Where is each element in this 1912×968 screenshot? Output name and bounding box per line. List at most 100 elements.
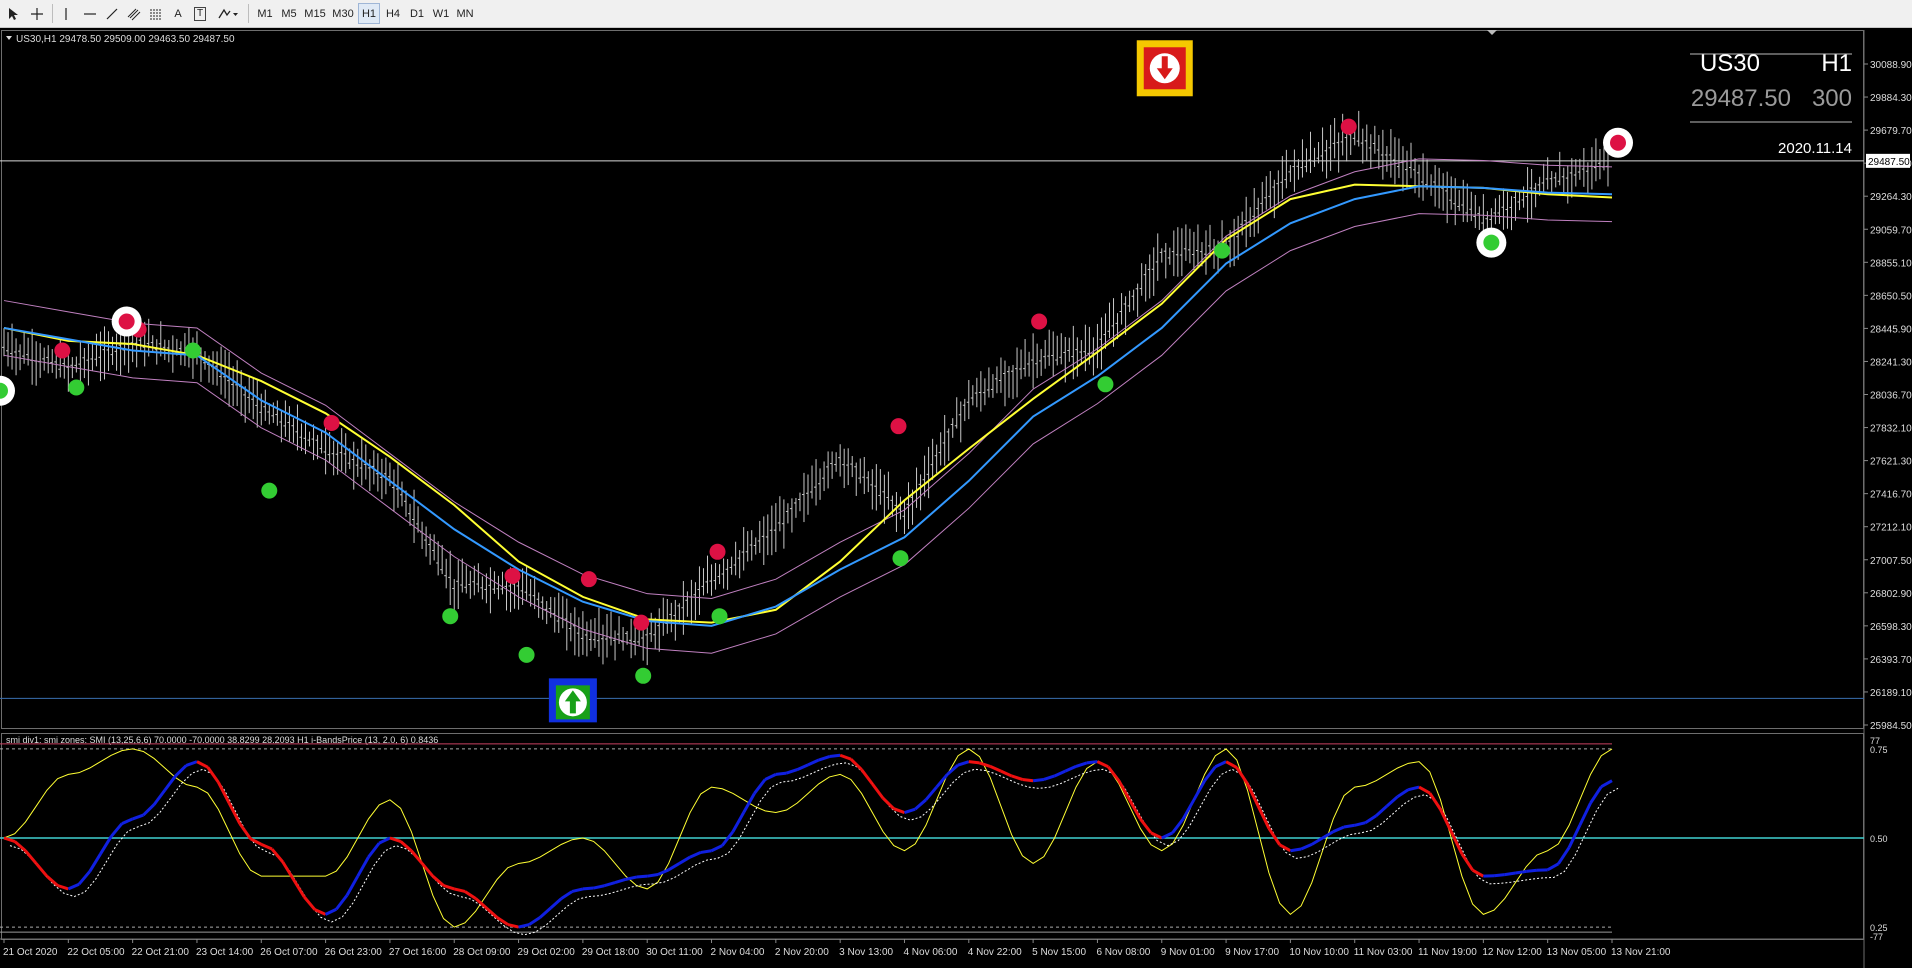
smi-rising-segment xyxy=(1343,823,1355,829)
buy-signal-dot xyxy=(1483,234,1500,251)
timeframe-d1-button[interactable]: D1 xyxy=(406,3,428,24)
vertical-line-icon[interactable] xyxy=(58,3,74,24)
buy-signal-dot xyxy=(261,482,278,499)
price-tick-label: 29679.70 xyxy=(1870,126,1912,137)
crosshair-icon[interactable] xyxy=(28,3,46,24)
buy-signal-dot xyxy=(184,342,201,359)
info-spread: 300 xyxy=(1812,85,1852,112)
trendline-icon[interactable] xyxy=(102,3,122,24)
time-tick-label: 2 Nov 04:00 xyxy=(711,947,765,958)
channel-icon[interactable] xyxy=(124,3,144,24)
chart-header: US30,H1 29478.50 29509.00 29463.50 29487… xyxy=(16,34,235,45)
smi-rising-segment xyxy=(1526,868,1538,873)
smi-rising-segment xyxy=(775,771,787,776)
buy-signal-dot xyxy=(892,550,909,567)
price-tick-label: 27212.10 xyxy=(1870,523,1912,534)
horizontal-line-icon[interactable] xyxy=(80,3,100,24)
time-tick-label: 29 Oct 02:00 xyxy=(518,947,576,958)
time-tick-label: 30 Oct 11:00 xyxy=(646,947,703,958)
timeframe-m30-button[interactable]: M30 xyxy=(330,3,356,24)
info-date: 2020.11.14 xyxy=(1778,140,1852,157)
time-tick-label: 6 Nov 08:00 xyxy=(1096,947,1150,958)
info-timeframe: H1 xyxy=(1821,50,1852,77)
smi-tick-label: 0.50 xyxy=(1870,834,1888,844)
price-tick-label: 29059.70 xyxy=(1870,225,1912,236)
price-tick-label: 28241.30 xyxy=(1870,357,1912,368)
time-tick-label: 5 Nov 15:00 xyxy=(1032,947,1086,958)
timeframe-h4-button[interactable]: H4 xyxy=(382,3,404,24)
smi-rising-segment xyxy=(700,849,712,854)
time-tick-label: 13 Nov 05:00 xyxy=(1547,947,1607,958)
timeframe-m5-button[interactable]: M5 xyxy=(278,3,300,24)
smi-tick-label: -77 xyxy=(1870,932,1883,942)
time-tick-label: 4 Nov 22:00 xyxy=(968,947,1022,958)
time-tick-label: 26 Oct 07:00 xyxy=(260,947,318,958)
smi-falling-segment xyxy=(1022,777,1034,783)
price-tick-label: 27007.50 xyxy=(1870,556,1912,567)
timeframe-h1-button[interactable]: H1 xyxy=(358,3,380,24)
timeframe-mn-button[interactable]: MN xyxy=(454,3,476,24)
smi-rising-segment xyxy=(646,872,659,878)
smi-rising-segment xyxy=(1290,847,1302,853)
price-tick-label: 28036.70 xyxy=(1870,391,1912,402)
price-tick-label: 26802.90 xyxy=(1870,589,1912,600)
time-tick-label: 29 Oct 18:00 xyxy=(582,947,640,958)
buy-signal-dot xyxy=(442,608,459,625)
price-tick-label: 27832.10 xyxy=(1870,424,1912,435)
sell-signal-dot xyxy=(1610,134,1626,151)
time-tick-label: 4 Nov 06:00 xyxy=(903,947,957,958)
price-tick-label: 26393.70 xyxy=(1870,655,1912,666)
price-tick-label: 26189.10 xyxy=(1870,688,1912,699)
smi-rising-segment xyxy=(1086,760,1098,765)
price-tick-label: 29264.30 xyxy=(1870,192,1912,203)
time-tick-label: 12 Nov 12:00 xyxy=(1482,947,1542,958)
price-tick-label: 26598.30 xyxy=(1870,622,1912,633)
price-tick-label: 27416.70 xyxy=(1870,490,1912,501)
sell-signal-dot xyxy=(1031,313,1048,330)
timeframe-w1-button[interactable]: W1 xyxy=(430,3,452,24)
info-price: 29487.50 xyxy=(1691,85,1791,112)
price-tick-label: 30088.90 xyxy=(1870,60,1912,71)
time-tick-label: 27 Oct 16:00 xyxy=(389,947,447,958)
timeframe-m1-button[interactable]: M1 xyxy=(254,3,276,24)
smi-rising-segment xyxy=(1504,871,1516,877)
chart-window[interactable]: US30,H1 29478.50 29509.00 29463.50 29487… xyxy=(0,28,1912,968)
buy-signal-dot xyxy=(635,667,652,684)
smi-rising-segment xyxy=(1515,869,1527,875)
price-tick-label: 28445.90 xyxy=(1870,324,1912,335)
sell-signal-dot xyxy=(323,414,340,431)
label-icon-glyph: T xyxy=(193,6,207,21)
buy-signal-dot xyxy=(518,646,535,663)
sell-signal-dot xyxy=(1340,118,1357,135)
smi-falling-segment xyxy=(968,760,980,765)
time-tick-label: 26 Oct 23:00 xyxy=(325,947,383,958)
smi-rising-segment xyxy=(829,753,841,759)
price-tick-label: 25984.50 xyxy=(1870,721,1912,732)
time-tick-label: 9 Nov 01:00 xyxy=(1161,947,1215,958)
time-tick-label: 3 Nov 13:00 xyxy=(839,947,893,958)
time-tick-label: 22 Oct 05:00 xyxy=(67,947,125,958)
time-tick-label: 23 Oct 14:00 xyxy=(196,947,254,958)
text-icon[interactable]: A xyxy=(168,3,188,24)
price-tick-label: 28650.50 xyxy=(1870,291,1912,302)
smi-rising-segment xyxy=(582,886,594,891)
sell-signal-dot xyxy=(633,614,650,631)
time-tick-label: 11 Nov 19:00 xyxy=(1418,947,1477,958)
shapes-dropdown-icon[interactable] xyxy=(214,3,242,24)
sell-signal-dot xyxy=(709,543,726,560)
time-tick-label: 9 Nov 17:00 xyxy=(1225,947,1279,958)
smi-tick-label: 0.75 xyxy=(1870,745,1888,755)
info-symbol: US30 xyxy=(1700,50,1760,77)
time-tick-label: 2 Nov 20:00 xyxy=(775,947,829,958)
fibonacci-icon[interactable] xyxy=(146,3,166,24)
smi-rising-segment xyxy=(636,874,648,879)
cursor-icon[interactable] xyxy=(4,3,22,24)
chart-background xyxy=(0,28,1912,968)
current-price-label: 29487.50 xyxy=(1868,157,1910,168)
label-icon[interactable]: T xyxy=(190,3,210,24)
buy-signal-dot xyxy=(711,608,728,625)
smi-rising-segment xyxy=(1032,777,1045,783)
time-tick-label: 28 Oct 09:00 xyxy=(453,947,511,958)
timeframe-m15-button[interactable]: M15 xyxy=(302,3,328,24)
price-tick-label: 28855.10 xyxy=(1870,258,1912,269)
